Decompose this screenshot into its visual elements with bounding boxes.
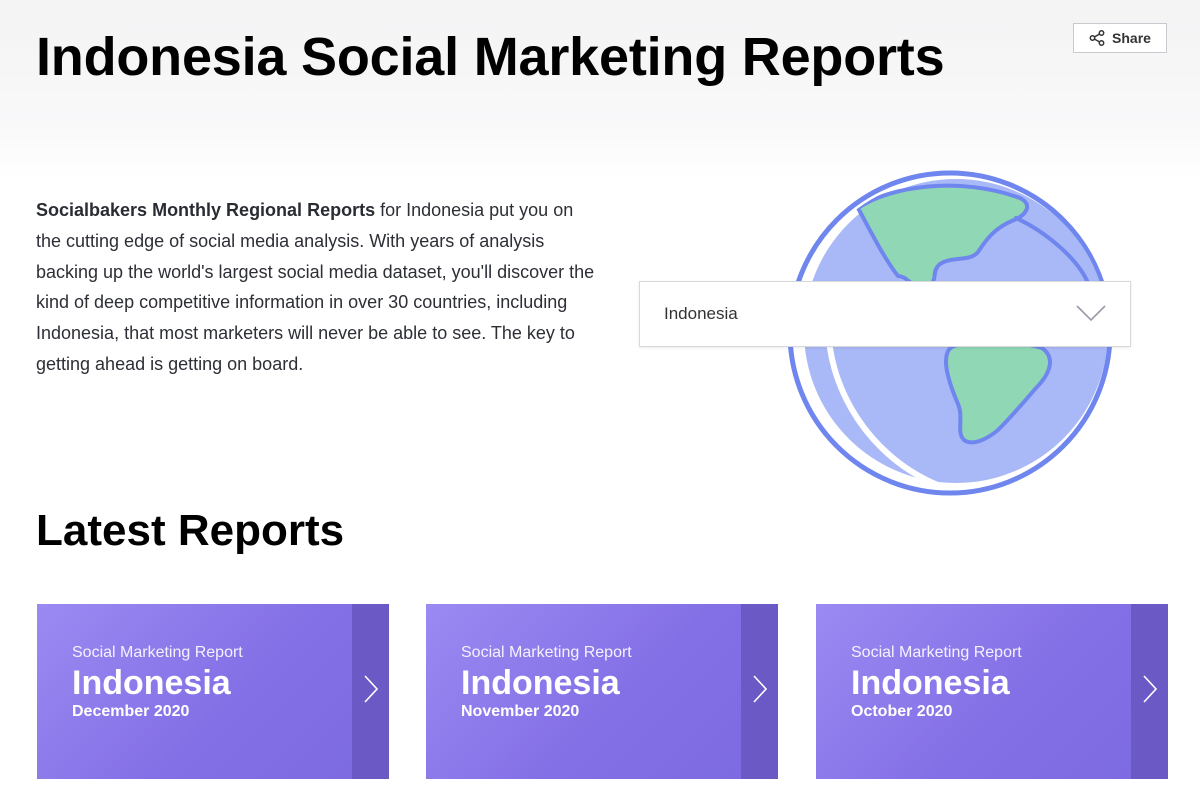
- report-card-kicker: Social Marketing Report: [72, 644, 243, 661]
- intro-bold-lead: Socialbakers Monthly Regional Reports: [36, 200, 376, 220]
- report-card-month: October 2020: [851, 703, 953, 720]
- chevron-down-icon: [1076, 304, 1106, 327]
- chevron-right-icon: [363, 675, 378, 708]
- share-button[interactable]: Share: [1073, 23, 1167, 53]
- report-card-country: Indonesia: [851, 664, 1010, 702]
- latest-reports-heading: Latest Reports: [36, 506, 345, 555]
- report-card-kicker: Social Marketing Report: [461, 644, 632, 661]
- country-select-value: Indonesia: [664, 304, 738, 323]
- report-card-kicker: Social Marketing Report: [851, 644, 1022, 661]
- report-card-country: Indonesia: [72, 664, 231, 702]
- report-card-country: Indonesia: [461, 664, 620, 702]
- report-card-arrow-strip[interactable]: [1131, 604, 1168, 779]
- chevron-right-icon: [752, 675, 767, 708]
- report-card-november-2020[interactable]: Social Marketing Report Indonesia Novemb…: [426, 604, 778, 779]
- intro-paragraph: Socialbakers Monthly Regional Reports fo…: [36, 195, 596, 380]
- report-card-arrow-strip[interactable]: [352, 604, 389, 779]
- page-title: Indonesia Social Marketing Reports: [36, 27, 945, 87]
- report-card-december-2020[interactable]: Social Marketing Report Indonesia Decemb…: [37, 604, 389, 779]
- report-card-arrow-strip[interactable]: [741, 604, 778, 779]
- report-card-month: November 2020: [461, 703, 580, 720]
- country-select[interactable]: Indonesia: [639, 281, 1131, 347]
- share-label: Share: [1112, 30, 1151, 46]
- report-card-october-2020[interactable]: Social Marketing Report Indonesia Octobe…: [816, 604, 1168, 779]
- share-icon: [1089, 30, 1105, 46]
- chevron-right-icon: [1142, 675, 1157, 708]
- intro-text: for Indonesia put you on the cutting edg…: [36, 200, 595, 374]
- report-card-month: December 2020: [72, 703, 190, 720]
